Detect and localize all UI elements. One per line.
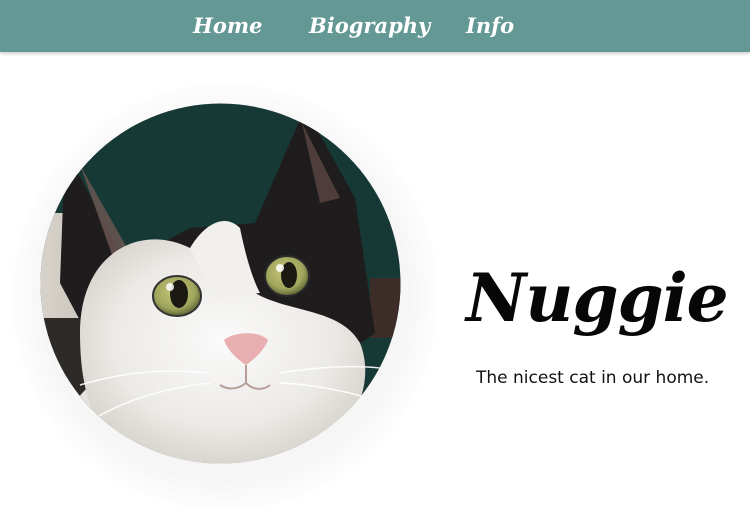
nav-link-info[interactable]: Info xyxy=(466,13,514,39)
nav-link-home[interactable]: Home xyxy=(193,13,262,39)
cat-tagline: The nicest cat in our home. xyxy=(476,368,710,388)
cat-name-title: Nuggie xyxy=(466,259,729,338)
top-navigation-bar: Home Biography Info xyxy=(0,0,750,52)
cat-photo xyxy=(40,103,401,464)
hero-section: Nuggie The nicest cat in our home. xyxy=(0,52,750,525)
nav-link-biography[interactable]: Biography xyxy=(309,13,430,39)
